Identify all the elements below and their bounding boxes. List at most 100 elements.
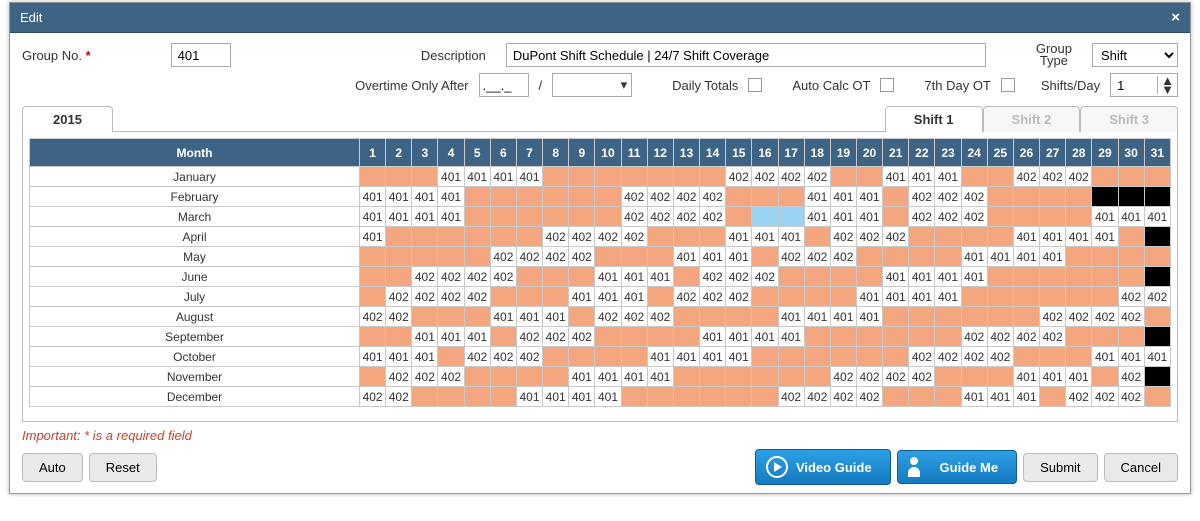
schedule-cell[interactable] — [883, 207, 909, 227]
shift-2-tab[interactable]: Shift 2 — [983, 106, 1081, 132]
schedule-cell[interactable]: 401 — [987, 387, 1013, 407]
schedule-cell[interactable] — [1144, 167, 1170, 187]
schedule-cell[interactable] — [647, 287, 673, 307]
schedule-cell[interactable] — [516, 207, 542, 227]
schedule-cell[interactable]: 402 — [1066, 307, 1092, 327]
schedule-cell[interactable]: 402 — [883, 227, 909, 247]
schedule-cell[interactable] — [987, 367, 1013, 387]
schedule-cell[interactable] — [909, 307, 935, 327]
schedule-cell[interactable]: 401 — [778, 327, 804, 347]
description-input[interactable] — [506, 43, 986, 67]
schedule-cell[interactable] — [673, 267, 699, 287]
schedule-cell[interactable]: 402 — [1066, 387, 1092, 407]
schedule-cell[interactable]: 402 — [386, 307, 412, 327]
schedule-cell[interactable] — [360, 327, 386, 347]
schedule-cell[interactable] — [909, 247, 935, 267]
schedule-cell[interactable]: 402 — [569, 327, 595, 347]
schedule-cell[interactable] — [987, 227, 1013, 247]
schedule-cell[interactable] — [673, 227, 699, 247]
schedule-cell[interactable] — [1144, 307, 1170, 327]
schedule-cell[interactable]: 401 — [935, 267, 961, 287]
schedule-cell[interactable]: 402 — [490, 347, 516, 367]
shift-3-tab[interactable]: Shift 3 — [1080, 106, 1178, 132]
schedule-cell[interactable] — [490, 287, 516, 307]
schedule-cell[interactable]: 401 — [830, 307, 856, 327]
schedule-cell[interactable] — [1144, 227, 1170, 247]
schedule-cell[interactable] — [752, 367, 778, 387]
schedule-cell[interactable] — [412, 227, 438, 247]
schedule-cell[interactable]: 401 — [883, 287, 909, 307]
schedule-cell[interactable] — [490, 227, 516, 247]
schedule-cell[interactable]: 401 — [883, 167, 909, 187]
schedule-cell[interactable] — [516, 367, 542, 387]
schedule-cell[interactable]: 402 — [647, 207, 673, 227]
schedule-cell[interactable]: 401 — [412, 207, 438, 227]
schedule-cell[interactable] — [1144, 267, 1170, 287]
schedule-cell[interactable] — [883, 387, 909, 407]
schedule-cell[interactable]: 401 — [516, 387, 542, 407]
shifts-per-day-spinner[interactable]: ▲▼ — [1110, 73, 1178, 97]
schedule-cell[interactable]: 401 — [726, 227, 752, 247]
schedule-cell[interactable]: 401 — [464, 327, 490, 347]
schedule-cell[interactable] — [856, 247, 882, 267]
schedule-cell[interactable]: 402 — [464, 287, 490, 307]
schedule-cell[interactable]: 402 — [804, 247, 830, 267]
schedule-cell[interactable] — [1066, 327, 1092, 347]
group-no-input[interactable] — [171, 43, 231, 67]
schedule-cell[interactable]: 401 — [595, 287, 621, 307]
schedule-cell[interactable] — [883, 327, 909, 347]
schedule-cell[interactable]: 401 — [412, 187, 438, 207]
schedule-cell[interactable]: 401 — [360, 207, 386, 227]
schedule-cell[interactable]: 402 — [464, 347, 490, 367]
schedule-cell[interactable] — [621, 347, 647, 367]
schedule-cell[interactable]: 402 — [516, 247, 542, 267]
schedule-cell[interactable] — [412, 387, 438, 407]
schedule-cell[interactable]: 402 — [830, 367, 856, 387]
schedule-cell[interactable]: 401 — [1144, 347, 1170, 367]
schedule-cell[interactable]: 402 — [778, 247, 804, 267]
schedule-cell[interactable]: 402 — [386, 287, 412, 307]
schedule-cell[interactable]: 402 — [673, 187, 699, 207]
schedule-cell[interactable]: 401 — [516, 307, 542, 327]
schedule-cell[interactable]: 402 — [595, 227, 621, 247]
schedule-cell[interactable]: 401 — [1092, 347, 1118, 367]
schedule-cell[interactable]: 401 — [752, 327, 778, 347]
schedule-cell[interactable] — [360, 267, 386, 287]
schedule-cell[interactable]: 401 — [569, 387, 595, 407]
video-guide-button[interactable]: Video Guide — [755, 449, 891, 485]
schedule-cell[interactable]: 402 — [987, 347, 1013, 367]
schedule-cell[interactable]: 401 — [700, 247, 726, 267]
schedule-cell[interactable] — [1118, 187, 1144, 207]
schedule-cell[interactable]: 402 — [700, 287, 726, 307]
schedule-cell[interactable]: 401 — [726, 247, 752, 267]
schedule-cell[interactable]: 402 — [961, 207, 987, 227]
schedule-cell[interactable]: 401 — [856, 307, 882, 327]
schedule-cell[interactable]: 401 — [1013, 227, 1039, 247]
schedule-cell[interactable] — [1013, 207, 1039, 227]
schedule-cell[interactable]: 402 — [752, 267, 778, 287]
schedule-cell[interactable] — [909, 387, 935, 407]
schedule-cell[interactable] — [804, 287, 830, 307]
schedule-cell[interactable] — [1040, 187, 1066, 207]
schedule-cell[interactable] — [700, 227, 726, 247]
guide-me-button[interactable]: Guide Me — [897, 450, 1018, 484]
schedule-cell[interactable] — [569, 267, 595, 287]
schedule-cell[interactable] — [1092, 167, 1118, 187]
schedule-cell[interactable] — [1092, 267, 1118, 287]
schedule-cell[interactable]: 401 — [1040, 227, 1066, 247]
schedule-cell[interactable]: 401 — [778, 307, 804, 327]
schedule-cell[interactable]: 402 — [647, 307, 673, 327]
shifts-per-day-input[interactable] — [1111, 74, 1157, 96]
schedule-cell[interactable]: 402 — [726, 267, 752, 287]
schedule-cell[interactable] — [1092, 187, 1118, 207]
schedule-cell[interactable] — [804, 267, 830, 287]
schedule-cell[interactable]: 402 — [621, 207, 647, 227]
schedule-cell[interactable] — [1040, 387, 1066, 407]
schedule-cell[interactable] — [830, 267, 856, 287]
schedule-cell[interactable] — [1066, 247, 1092, 267]
schedule-cell[interactable] — [883, 187, 909, 207]
schedule-cell[interactable]: 402 — [569, 227, 595, 247]
schedule-cell[interactable]: 402 — [1118, 387, 1144, 407]
schedule-cell[interactable]: 401 — [700, 327, 726, 347]
schedule-cell[interactable] — [883, 307, 909, 327]
